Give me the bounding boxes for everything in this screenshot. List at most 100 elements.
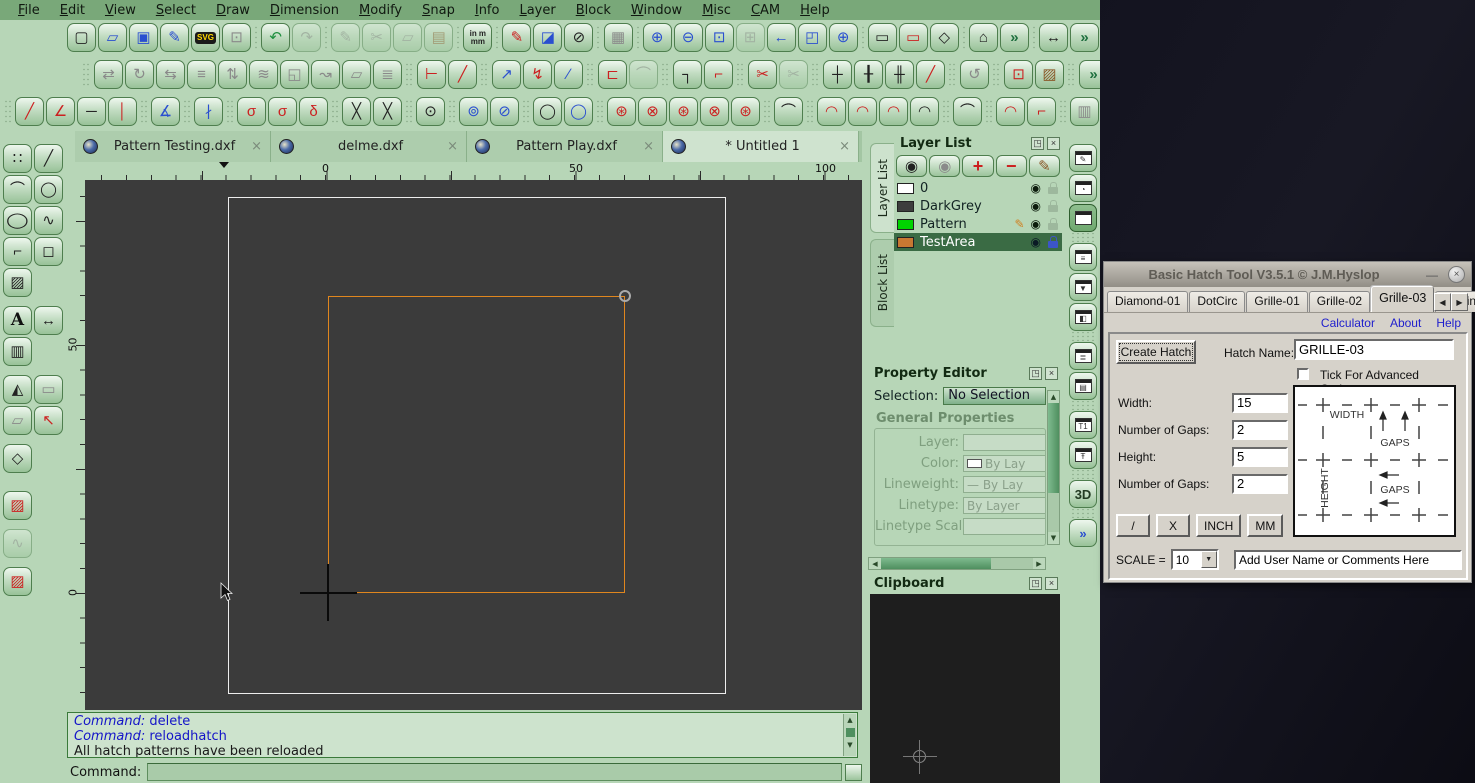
layer-visible-icon[interactable]: ◉: [1031, 217, 1041, 231]
scroll-down-icon[interactable]: ▼: [844, 739, 856, 751]
draw-arc-tool[interactable]: ⌒: [3, 175, 32, 204]
dimension-tool[interactable]: ↔: [34, 306, 63, 335]
flip-tool[interactable]: ⇅: [218, 60, 247, 89]
tab-delme[interactable]: delme.dxf ×: [271, 131, 467, 162]
layer-lock-icon[interactable]: [1048, 200, 1059, 213]
rotate-tool[interactable]: ↻: [125, 60, 154, 89]
view-3d-box-tool[interactable]: ◇: [3, 444, 32, 473]
width-gaps-field[interactable]: [1232, 420, 1288, 440]
circle-tangent-5-button[interactable]: ⊛: [731, 97, 760, 126]
cross-hatch-button[interactable]: X: [1156, 514, 1190, 537]
circle-diameter-button[interactable]: ◯: [564, 97, 593, 126]
measure-angle-tool[interactable]: ◭: [3, 375, 32, 404]
mirror-tool[interactable]: ⇆: [156, 60, 185, 89]
scale-dropdown-icon[interactable]: ▼: [1201, 551, 1217, 568]
hatch-create-tool[interactable]: ▨: [1035, 60, 1064, 89]
expand-right-panel-button[interactable]: »: [1069, 519, 1097, 547]
circle-2point-button[interactable]: ⊚: [459, 97, 488, 126]
bend-tool[interactable]: ↝: [311, 60, 340, 89]
save-as-button[interactable]: ✎: [160, 23, 189, 52]
dialog-title-bar[interactable]: Basic Hatch Tool V3.5.1 © J.M.Hyslop — ×: [1104, 262, 1471, 287]
draw-circle-tangent-line-button[interactable]: σ: [237, 97, 266, 126]
align-tool[interactable]: ≣: [373, 60, 402, 89]
scroll-down-icon[interactable]: ▼: [1048, 532, 1059, 544]
draw-rectangle-button[interactable]: ▭: [868, 23, 897, 52]
slash-hatch-button[interactable]: /: [1116, 514, 1150, 537]
mm-button[interactable]: MM: [1247, 514, 1283, 537]
layer-lock-icon[interactable]: [1048, 236, 1059, 249]
layer-row[interactable]: 0 ✎ ◉: [894, 179, 1062, 197]
view-3d-panel-button[interactable]: 3D: [1069, 480, 1097, 508]
copy-button[interactable]: ▱: [393, 23, 422, 52]
draw-angle-reference-button[interactable]: ∡: [151, 97, 180, 126]
draw-polygon-button[interactable]: ⌂: [969, 23, 998, 52]
command-scrollbar[interactable]: ▲ ▼: [843, 714, 856, 756]
tab-scroll-right-icon[interactable]: ▶: [1451, 293, 1468, 311]
presentation-panel-button[interactable]: ◧: [1069, 303, 1097, 331]
menu-layer[interactable]: Layer: [509, 3, 565, 18]
menu-cam[interactable]: CAM: [741, 3, 790, 18]
parallel-tool[interactable]: ≋: [249, 60, 278, 89]
join-entities-tool[interactable]: ⊏: [598, 60, 627, 89]
arc-tangent-button[interactable]: ◠: [996, 97, 1025, 126]
draw-quadrilateral-button[interactable]: ◇: [930, 23, 959, 52]
draw-bisector-button[interactable]: ∤: [194, 97, 223, 126]
menu-snap[interactable]: Snap: [412, 3, 465, 18]
close-tab-icon[interactable]: ×: [839, 139, 850, 154]
open-file-button[interactable]: ▱: [98, 23, 127, 52]
keyboard-icon[interactable]: [845, 764, 862, 781]
cut-entity-tool[interactable]: ✂: [748, 60, 777, 89]
list-panel-button[interactable]: ≡: [1069, 243, 1097, 271]
property-value[interactable]: [963, 434, 1046, 451]
layer-row[interactable]: Pattern ✎ ◉: [894, 215, 1062, 233]
float-panel-icon[interactable]: ◳: [1029, 577, 1042, 590]
clipboard-panel-button[interactable]: ▤: [1069, 372, 1097, 400]
cam-tool-1-panel-button[interactable]: T1: [1069, 411, 1097, 439]
zoom-out-button[interactable]: ⊖: [674, 23, 703, 52]
drawing-canvas[interactable]: [85, 180, 862, 710]
scroll-up-icon[interactable]: ▲: [1048, 391, 1059, 403]
cam-tool-2-panel-button[interactable]: Ŧ: [1069, 441, 1097, 469]
close-panel-icon[interactable]: ×: [1045, 577, 1058, 590]
save-button[interactable]: ▣: [129, 23, 158, 52]
arc-corner-button[interactable]: ⌒: [953, 97, 982, 126]
divide-compress-tool[interactable]: ╫: [885, 60, 914, 89]
layer-lock-icon[interactable]: [1048, 182, 1059, 195]
property-value[interactable]: By Lay: [963, 455, 1046, 472]
help-link[interactable]: Help: [1436, 316, 1461, 330]
scroll-left-icon[interactable]: ◀: [869, 558, 881, 569]
preview-panel-button[interactable]: ◔: [1069, 174, 1097, 202]
reverse-direction-tool[interactable]: ↺: [960, 60, 989, 89]
hatch-tab-grille-03[interactable]: Grille-03: [1371, 286, 1434, 312]
tab-untitled-1[interactable]: * Untitled 1 ×: [663, 131, 859, 162]
more-shapes-button[interactable]: »: [1000, 23, 1029, 52]
circle-tangent-3-button[interactable]: ⊛: [669, 97, 698, 126]
spline-edit-tool[interactable]: ∿: [3, 529, 32, 558]
scrollbar-thumb[interactable]: [846, 728, 855, 737]
layer-visible-icon[interactable]: ◉: [1031, 181, 1041, 195]
cut-button[interactable]: ✂: [362, 23, 391, 52]
draw-points-tool[interactable]: ∷: [3, 144, 32, 173]
offset-tool[interactable]: ≡: [187, 60, 216, 89]
insert-image-tool[interactable]: ▥: [3, 337, 32, 366]
layer-lock-icon[interactable]: [1048, 218, 1059, 231]
break-point-tool[interactable]: ╱: [916, 60, 945, 89]
menu-view[interactable]: View: [95, 3, 146, 18]
insert-image-button[interactable]: ▥: [1070, 97, 1099, 126]
property-value[interactable]: — By Lay: [963, 476, 1046, 493]
circle-center-point-button[interactable]: ⊙: [416, 97, 445, 126]
export-svg-button[interactable]: SVG: [191, 23, 220, 52]
arc-sweep-button[interactable]: ◠: [879, 97, 908, 126]
arc-3point-button[interactable]: ◠: [817, 97, 846, 126]
calculator-link[interactable]: Calculator: [1321, 316, 1375, 330]
draw-ellipse-tool[interactable]: ◯: [3, 206, 32, 235]
side-tab-block-list[interactable]: Block List: [870, 239, 894, 327]
hatch-pattern-tool[interactable]: ▨: [3, 567, 32, 596]
close-icon[interactable]: ×: [1448, 266, 1465, 283]
hatch-tab-diamond-01[interactable]: Diamond-01: [1107, 291, 1188, 312]
circle-radius-button[interactable]: ◯: [533, 97, 562, 126]
draw-line-tool[interactable]: ╱: [34, 144, 63, 173]
close-panel-icon[interactable]: ×: [1045, 367, 1058, 380]
layer-row[interactable]: TestArea ✎ ◉: [894, 233, 1062, 251]
hatch-tab-grille-01[interactable]: Grille-01: [1246, 291, 1307, 312]
